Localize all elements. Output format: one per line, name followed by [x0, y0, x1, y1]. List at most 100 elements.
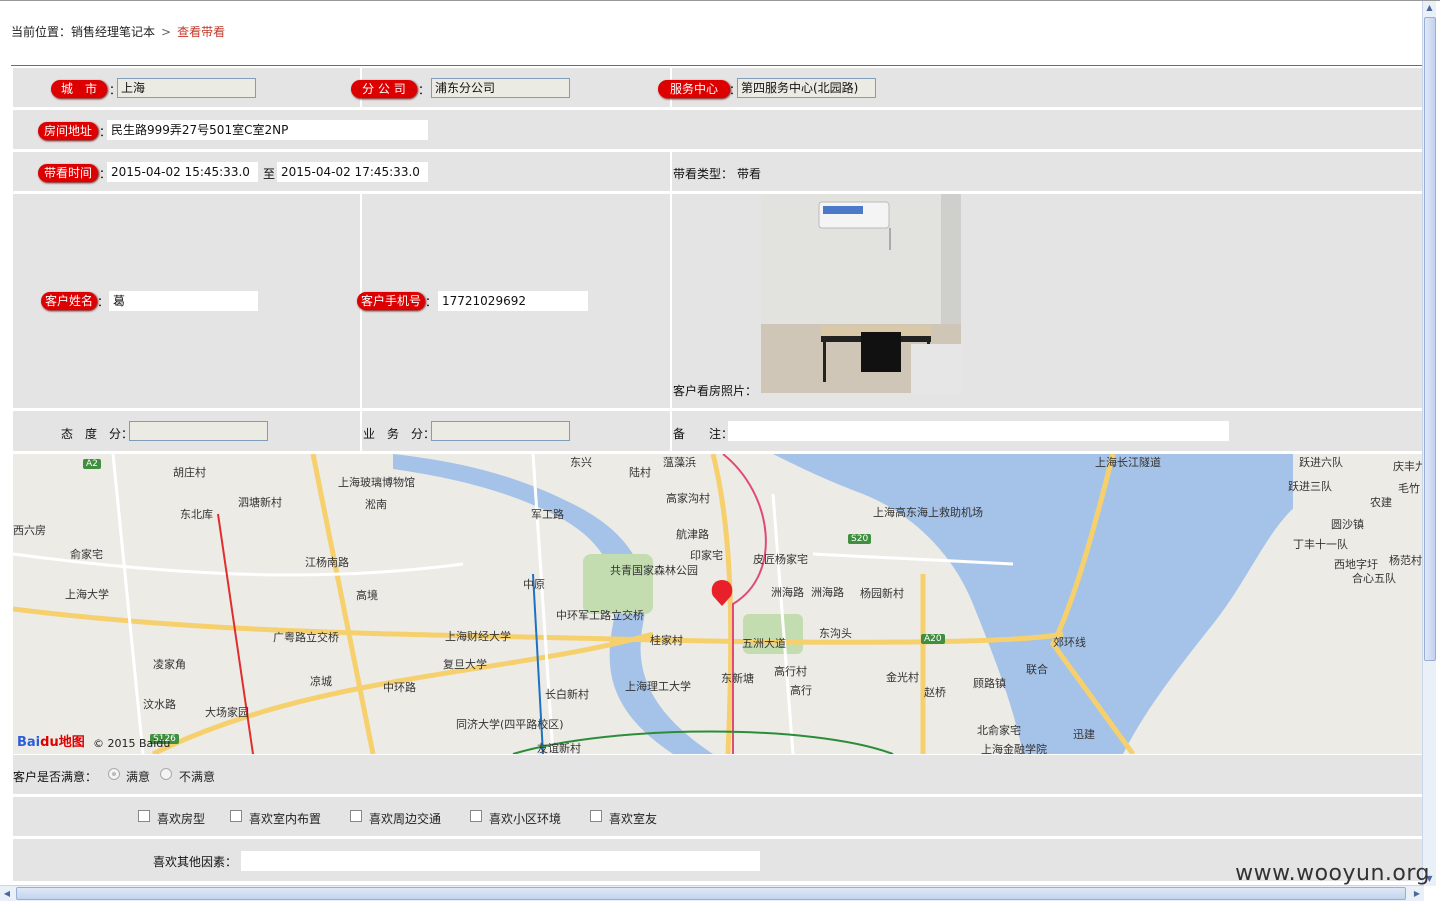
map-place-label: 洲海路 [811, 586, 844, 599]
row-divider [670, 152, 672, 191]
radio-satisfied[interactable] [108, 768, 120, 780]
horizontal-scroll-thumb[interactable] [16, 887, 1406, 900]
time-start-field[interactable]: 2015-04-02 15:45:33.0 [107, 162, 258, 182]
checkbox-like-community[interactable] [470, 810, 482, 822]
map-place-label: 农建 [1370, 496, 1392, 509]
map-place-label: 长白新村 [545, 688, 589, 701]
map-place-label: 高行村 [774, 665, 807, 678]
photo-label: 客户看房照片： [673, 384, 758, 398]
radio-unsatisfied-label: 不满意 [179, 770, 216, 784]
map-place-label: 高家沟村 [666, 492, 710, 505]
branch-colon: ： [418, 83, 431, 97]
map-place-label: 复旦大学 [443, 658, 487, 671]
map-place-label: 杨园新村 [860, 587, 904, 600]
like-traffic-label: 喜欢周边交通 [369, 812, 442, 826]
remark-field[interactable] [728, 421, 1229, 441]
address-label: 房间地址 [38, 122, 98, 140]
visit-type-value: 带看 [737, 167, 762, 181]
radio-unsatisfied[interactable] [160, 768, 172, 780]
map-place-label: 金光村 [886, 671, 919, 684]
map-place-label: 淞南 [365, 498, 387, 511]
vertical-scroll-thumb[interactable] [1424, 17, 1436, 661]
map-place-label: 航津路 [676, 528, 709, 541]
time-end-field[interactable]: 2015-04-02 17:45:33.0 [277, 162, 428, 182]
page-frame: 当前位置：销售经理笔记本 > 查看带看 城 市 ： 上海 分 公 司 ： 浦东分公司… [0, 0, 1440, 901]
map-place-label: 跃进三队 [1288, 480, 1332, 493]
baidu-logo: Baidu地图 [17, 731, 85, 750]
map-place-label: 圆沙镇 [1331, 518, 1364, 531]
row-time: 带看时间 ： 2015-04-02 15:45:33.0 至 2015-04-0… [13, 152, 1423, 193]
road-badge: S20 [848, 534, 872, 544]
map-place-label: 东兴 [570, 456, 592, 469]
checkbox-like-interior[interactable] [230, 810, 242, 822]
like-community-label: 喜欢小区环境 [489, 812, 562, 826]
like-interior-label: 喜欢室内布置 [249, 812, 322, 826]
row-other-factors: 喜欢其他因素： [13, 839, 1423, 883]
map-place-label: 郊环线 [1053, 636, 1086, 649]
map-place-label: 蕰藻浜 [663, 456, 696, 469]
map-place-label: 丁丰十一队 [1293, 538, 1348, 551]
row-divider [670, 411, 672, 451]
map-place-label: 顾路镇 [973, 677, 1006, 690]
checkbox-like-traffic[interactable] [350, 810, 362, 822]
checkbox-like-layout[interactable] [138, 810, 150, 822]
baidu-logo-bai: Bai [17, 735, 41, 750]
like-layout-label: 喜欢房型 [157, 812, 206, 826]
map-place-label: 东沟头 [819, 627, 852, 640]
checkbox-like-roommate[interactable] [590, 810, 602, 822]
map-place-label: 凉城 [310, 675, 332, 688]
map-place-label: 迅建 [1073, 728, 1095, 741]
map-place-label: 共青国家森林公园 [610, 564, 698, 577]
map-place-label: 桂家村 [650, 634, 683, 647]
watermark: www.wooyun.org [1235, 861, 1430, 886]
map-place-label: 皮匠杨家宅 [753, 553, 808, 566]
address-field[interactable]: 民生路999弄27号501室C室2NP [107, 120, 428, 140]
business-field[interactable] [431, 421, 570, 441]
map-place-label: 洲海路 [771, 586, 804, 599]
breadcrumb-current: 查看带看 [177, 25, 226, 39]
row-divider [360, 411, 362, 451]
baidu-map[interactable]: 胡庄村 上海玻璃博物馆 泗塘新村 淞南 东北库 西六房 俞家宅 上海大学 江杨南路 高境 上海财经大… [13, 454, 1423, 754]
service-center-label: 服务中心 [658, 80, 730, 98]
row-likes: 喜欢房型 喜欢室内布置 喜欢周边交通 喜欢小区环境 喜欢室友 [13, 797, 1423, 838]
map-place-label: 汶水路 [143, 698, 176, 711]
customer-name-colon: ： [97, 295, 110, 309]
business-label: 业 务 分： [363, 427, 436, 441]
map-place-label: 军工路 [531, 508, 564, 521]
customer-phone-field[interactable]: 17721029692 [438, 291, 588, 311]
other-factors-field[interactable] [241, 851, 760, 871]
map-place-label: 印家宅 [690, 549, 723, 562]
map-place-label: 联合 [1026, 663, 1048, 676]
breadcrumb-parent[interactable]: 销售经理笔记本 [71, 25, 155, 39]
attitude-field[interactable] [129, 421, 268, 441]
branch-field[interactable]: 浦东分公司 [431, 78, 570, 98]
scroll-right-icon[interactable]: ▶ [1410, 886, 1424, 901]
map-place-label: 高行 [790, 684, 812, 697]
service-center-field[interactable]: 第四服务中心(北园路) [737, 78, 876, 98]
map-place-label: 泗塘新村 [238, 496, 282, 509]
map-place-label: 陆村 [629, 466, 651, 479]
customer-name-field[interactable]: 葛 [109, 291, 258, 311]
road-badge: A2 [83, 459, 101, 469]
map-place-label: 东北库 [180, 508, 213, 521]
attitude-label: 态 度 分： [61, 427, 134, 441]
map-place-label: 东新塘 [721, 672, 754, 685]
map-place-label: 高境 [356, 589, 378, 602]
room-photo[interactable] [761, 194, 961, 393]
map-place-label: 同济大学(四平路校区) [456, 718, 564, 731]
map-place-label: 中环军工路立交桥 [556, 609, 644, 622]
radio-satisfied-label: 满意 [126, 770, 151, 784]
vertical-scrollbar[interactable]: ▲ ▼ [1422, 1, 1436, 886]
row-address: 房间地址 ： 民生路999弄27号501室C室2NP [13, 110, 1423, 151]
map-place-label: 上海金融学院 [981, 743, 1047, 754]
like-roommate-label: 喜欢室友 [609, 812, 658, 826]
scroll-left-icon[interactable]: ◀ [0, 886, 14, 901]
map-place-label: 大场家园 [205, 706, 249, 719]
map-place-label: 北俞家宅 [977, 724, 1021, 737]
map-place-label: 凌家角 [153, 658, 186, 671]
map-place-label: 杨范村 [1389, 554, 1422, 567]
map-place-label: 友谊新村 [537, 742, 581, 754]
horizontal-scrollbar[interactable]: ◀ ▶ [0, 885, 1424, 901]
scroll-up-icon[interactable]: ▲ [1423, 1, 1436, 15]
city-field[interactable]: 上海 [117, 78, 256, 98]
